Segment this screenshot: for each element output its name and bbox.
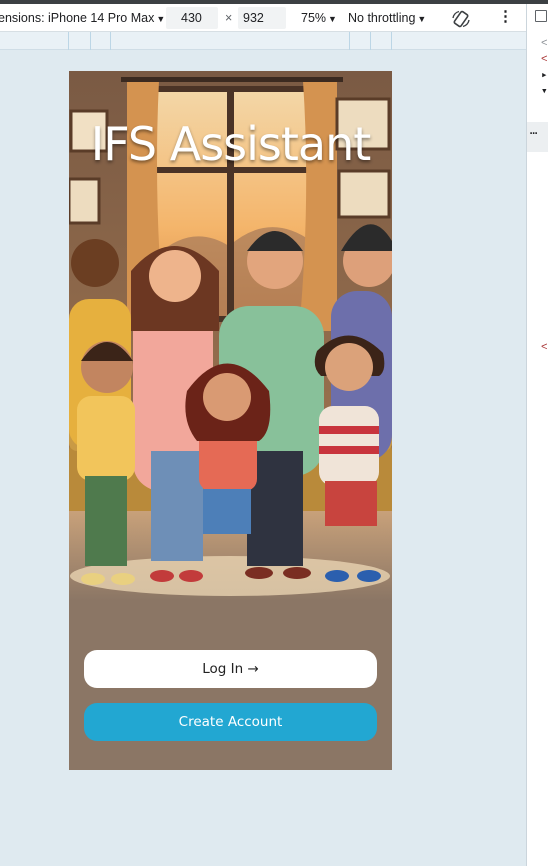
app-title: IFS Assistant [90,117,372,171]
caret-down-icon: ▼ [156,14,166,24]
inspect-element-icon[interactable] [535,10,547,22]
collapse-arrow-icon[interactable]: ▾ [541,86,548,98]
times-sign: × [225,11,233,25]
rotate-icon[interactable] [451,10,471,28]
dom-line[interactable]: < [541,38,548,50]
expand-arrow-icon[interactable]: ▸ [541,70,548,82]
caret-down-icon: ▼ [328,14,337,24]
zoom-select[interactable]: 75% ▼ [301,11,337,25]
mobile-viewport: IFS Assistant Log In → Create Account [69,71,392,770]
devtools-elements-pane: < < ▸ ▾ … < [526,4,548,866]
more-options-icon[interactable]: ⋮ [498,8,513,26]
height-input[interactable]: 932 [238,7,286,29]
ruler-tick [370,32,371,50]
ruler-tick [68,32,69,50]
throttling-select[interactable]: No throttling ▼ [348,11,426,25]
create-account-button[interactable]: Create Account [84,703,377,741]
device-select[interactable]: ensions: iPhone 14 Pro Max ▼ [0,11,165,25]
width-input[interactable]: 430 [166,7,218,29]
caret-down-icon: ▼ [417,14,427,24]
dom-line[interactable]: < [541,342,548,354]
device-toolbar: ensions: iPhone 14 Pro Max ▼ 430 × 932 75… [0,4,526,32]
device-label: ensions: iPhone 14 Pro Max [0,11,155,25]
throttling-label: No throttling [348,11,416,25]
ruler-tick [349,32,350,50]
ellipsis-icon[interactable]: … [530,124,537,138]
dom-line[interactable]: < [541,54,548,66]
ruler-tick [391,32,392,50]
login-button[interactable]: Log In → [84,650,377,688]
ruler-tick [110,32,111,50]
media-query-ruler [0,32,526,50]
ruler-tick [90,32,91,50]
zoom-label: 75% [301,11,327,25]
